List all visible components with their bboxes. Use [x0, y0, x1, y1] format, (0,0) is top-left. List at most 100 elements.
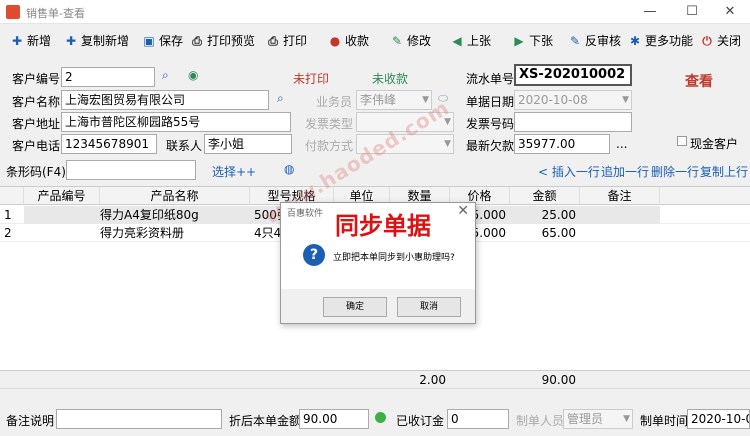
gear-icon: ✱	[629, 34, 641, 48]
prev-button[interactable]: ◀ 上张	[450, 30, 491, 52]
cash-customer-checkbox[interactable]	[677, 136, 687, 146]
make-time-field: 2020-10-08	[687, 409, 750, 429]
note-label: 备注说明	[6, 414, 55, 428]
totals-row: 2.00 90.00	[0, 370, 750, 388]
contact-label: 联系人	[166, 139, 203, 153]
serial-label: 流水单号	[466, 72, 515, 86]
more-functions-button[interactable]: ✱ 更多功能	[628, 30, 693, 52]
globe-icon[interactable]: ◍	[284, 162, 294, 176]
delete-row-link[interactable]: 删除一行	[651, 163, 699, 180]
barcode-field[interactable]	[66, 160, 196, 180]
invoice-no-field[interactable]	[514, 112, 632, 132]
cash-customer-label: 现金客户	[690, 137, 739, 151]
save-button[interactable]: ▣ 保存	[142, 30, 183, 52]
copy-new-button[interactable]: ✚ 复制新增	[64, 30, 129, 52]
copy-row-link[interactable]: 复制上行	[700, 163, 748, 180]
minimize-button[interactable]: —	[630, 0, 670, 24]
dialog-source: 百惠软件	[287, 209, 324, 219]
serial-field: XS-202010002	[514, 64, 632, 86]
search-icon[interactable]: ⌕	[162, 68, 169, 83]
customer-addr-label: 客户地址	[12, 117, 61, 131]
cancel-button[interactable]: 取消	[397, 297, 461, 317]
customer-name-label: 客户名称	[12, 95, 61, 109]
customer-phone-field[interactable]: 12345678901	[61, 134, 157, 154]
maker-label: 制单人员	[516, 414, 565, 428]
insert-row-link[interactable]: < 插入一行	[538, 163, 600, 180]
chevron-down-icon: ▼	[444, 139, 451, 149]
arrow-left-icon: ◀	[452, 34, 462, 48]
customer-no-field[interactable]: 2	[61, 67, 155, 87]
sync-dialog: 百惠软件 同步单据 ✕ ? 立即把本单同步到小惠助理吗? 确定 取消	[280, 202, 476, 324]
toolbar: ✚ 新增 ✚ 复制新增 ▣ 保存 ⎙ 打印预览 ⎙ 打印 ● 收款 ✎ 修改 ◀ 上张 ▶ 下张 …	[0, 26, 750, 56]
close-window-button[interactable]: ✕	[710, 0, 750, 24]
col-note[interactable]: 备注	[580, 187, 660, 205]
dialog-footer: 确定 取消	[281, 289, 475, 323]
total-qty: 2.00	[419, 373, 446, 387]
col-name[interactable]: 产品名称	[100, 187, 250, 205]
print-status: 未打印	[293, 72, 330, 86]
printer-icon: ⎙	[192, 34, 202, 48]
date-field[interactable]: 2020-10-08 ▼	[514, 90, 632, 110]
print-button[interactable]: ⎙ 打印	[266, 30, 307, 52]
discount-label: 折后本单金额	[229, 414, 302, 428]
select-link[interactable]: 选择++	[212, 163, 256, 180]
close-button[interactable]: ⏻ 关闭	[700, 30, 741, 52]
barcode-label: 条形码(F4)	[6, 165, 66, 179]
invoice-no-label: 发票号码	[466, 117, 515, 131]
next-button[interactable]: ▶ 下张	[512, 30, 553, 52]
refresh-icon[interactable]: ◉	[188, 68, 198, 82]
search-icon[interactable]: ⌕	[277, 91, 284, 106]
plus-icon: ✚	[65, 34, 77, 48]
customer-addr-field[interactable]: 上海市普陀区柳园路55号	[61, 112, 291, 132]
discount-field: 90.00	[299, 409, 369, 429]
make-time-label: 制单时间	[640, 414, 689, 428]
maker-select[interactable]: 管理员 ▼	[563, 409, 633, 429]
col-code[interactable]: 产品编号	[24, 187, 100, 205]
ok-button[interactable]: 确定	[323, 297, 387, 317]
received-label: 已收订金	[396, 414, 445, 428]
unaudit-button[interactable]: ✎ 反审核	[568, 30, 621, 52]
dialog-close-icon[interactable]: ✕	[457, 203, 469, 219]
salesman-label: 业务员	[316, 95, 353, 109]
chevron-down-icon: ▼	[623, 414, 630, 424]
printer-icon: ⎙	[268, 34, 278, 48]
invoice-type-label: 发票类型	[305, 117, 354, 131]
title-bar: 销售单-查看 — ☐ ✕	[0, 0, 750, 24]
total-amount: 90.00	[541, 373, 576, 387]
plus-icon: ✚	[11, 34, 23, 48]
coins-icon: ●	[329, 34, 341, 48]
pay-method-label: 付款方式	[305, 139, 354, 153]
note-field[interactable]	[56, 409, 222, 429]
collect-button[interactable]: ● 收款	[328, 30, 369, 52]
date-label: 单据日期	[466, 95, 515, 109]
question-icon: ?	[303, 244, 325, 266]
received-field[interactable]: 0	[447, 409, 509, 429]
pencil-icon: ✎	[391, 34, 403, 48]
append-row-link[interactable]: 追加一行	[601, 163, 649, 180]
latest-debt-field: 35977.00	[514, 134, 610, 154]
col-amount[interactable]: 金额	[510, 187, 580, 205]
latest-debt-label: 最新欠款	[466, 139, 515, 153]
contact-field[interactable]: 李小姐	[204, 134, 292, 154]
footer: 备注说明 折后本单金额 90.00 已收订金 0 制单人员 管理员 ▼ 制单时间 …	[0, 406, 750, 436]
customer-no-label: 客户编号	[12, 72, 61, 86]
print-preview-button[interactable]: ⎙ 打印预览	[190, 30, 255, 52]
more-button[interactable]: ...	[616, 137, 627, 151]
dialog-message: 立即把本单同步到小惠助理吗?	[333, 253, 455, 263]
collect-status: 未收款	[372, 72, 409, 86]
window-title: 销售单-查看	[26, 7, 85, 20]
new-button[interactable]: ✚ 新增	[10, 30, 51, 52]
customer-name-field[interactable]: 上海宏图贸易有限公司	[61, 90, 269, 110]
dialog-heading: 同步单据	[335, 211, 431, 240]
arrow-right-icon: ▶	[514, 34, 524, 48]
customer-phone-label: 客户电话	[12, 139, 61, 153]
unaudit-icon: ✎	[569, 34, 581, 48]
app-icon	[6, 5, 20, 19]
power-icon: ⏻	[702, 34, 712, 48]
horizontal-scrollbar[interactable]	[0, 388, 750, 400]
edit-button[interactable]: ✎ 修改	[390, 30, 431, 52]
maximize-button[interactable]: ☐	[672, 0, 712, 24]
status-dot-icon	[375, 412, 386, 423]
view-badge: 查看	[685, 74, 713, 90]
chevron-down-icon: ▼	[622, 95, 629, 105]
